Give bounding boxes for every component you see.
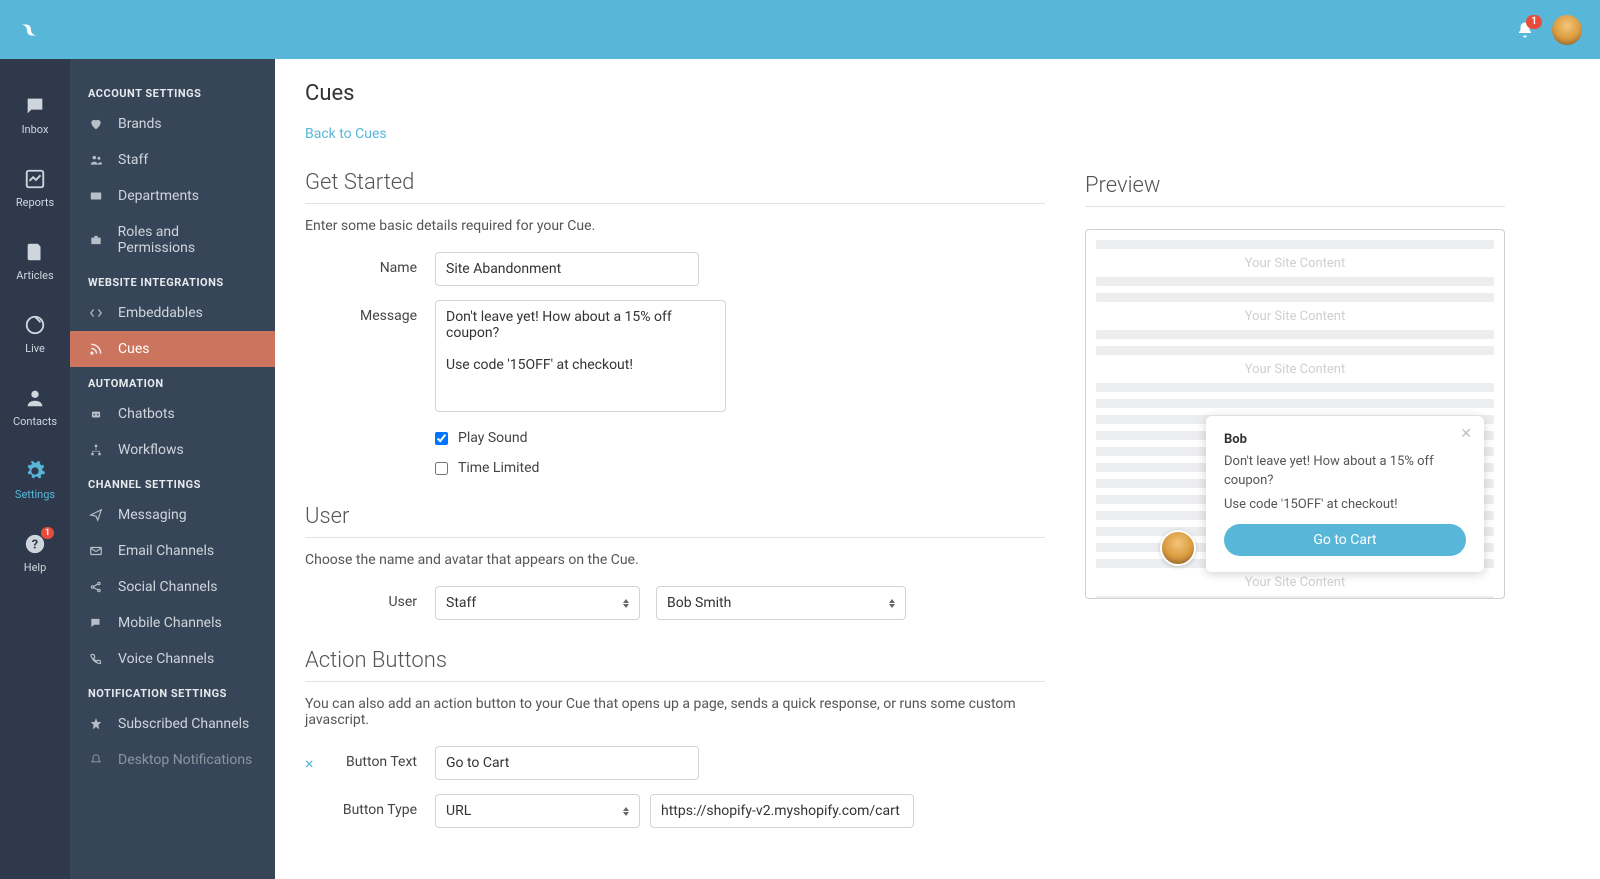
- preview-heading: Preview: [1085, 173, 1505, 207]
- play-sound-label: Play Sound: [458, 430, 528, 446]
- sidebar-heading: WEBSITE INTEGRATIONS: [70, 266, 275, 295]
- share-icon: [88, 580, 104, 594]
- sidebar-heading: CHANNEL SETTINGS: [70, 468, 275, 497]
- sidebar-item-email[interactable]: Email Channels: [70, 533, 275, 569]
- sidebar-item-messaging[interactable]: Messaging: [70, 497, 275, 533]
- cue-preview-card: ✕ Bob Don't leave yet! How about a 15% o…: [1206, 416, 1484, 572]
- nav-inbox[interactable]: Inbox: [0, 79, 70, 152]
- play-sound-checkbox[interactable]: [435, 432, 448, 445]
- target-icon: [24, 314, 46, 336]
- sidebar-item-voice[interactable]: Voice Channels: [70, 641, 275, 677]
- book-icon: [24, 241, 46, 263]
- section-user: User: [305, 504, 1045, 538]
- button-type-label: Button Type: [323, 794, 435, 818]
- message-textarea[interactable]: Don't leave yet! How about a 15% off cou…: [435, 300, 726, 412]
- user-label: User: [305, 586, 435, 610]
- cue-message-line: Don't leave yet! How about a 15% off cou…: [1224, 453, 1466, 489]
- heart-icon: [88, 117, 104, 131]
- sidebar-item-social[interactable]: Social Channels: [70, 569, 275, 605]
- user-staff-select[interactable]: Bob Smith: [656, 586, 906, 620]
- button-text-label: Button Text: [323, 746, 435, 770]
- main-content: Cues Back to Cues Get Started Enter some…: [275, 59, 1600, 879]
- section-desc: Choose the name and avatar that appears …: [305, 552, 1045, 568]
- name-label: Name: [305, 252, 435, 276]
- chart-icon: [24, 168, 46, 190]
- section-desc: Enter some basic details required for yo…: [305, 218, 1045, 234]
- user-avatar[interactable]: [1552, 15, 1582, 45]
- chevron-updown-icon: [623, 807, 629, 816]
- sidebar-item-mobile[interactable]: Mobile Channels: [70, 605, 275, 641]
- sidebar-item-subscribed[interactable]: Subscribed Channels: [70, 706, 275, 742]
- time-limited-checkbox[interactable]: [435, 462, 448, 475]
- sidebar-item-chatbots[interactable]: Chatbots: [70, 396, 275, 432]
- nav-live[interactable]: Live: [0, 298, 70, 371]
- sidebar-item-departments[interactable]: Departments: [70, 178, 275, 214]
- chat-icon: [24, 95, 46, 117]
- sitemap-icon: [88, 443, 104, 457]
- sidebar-item-staff[interactable]: Staff: [70, 142, 275, 178]
- rss-icon: [88, 342, 104, 356]
- bell-outline-icon: [88, 753, 104, 767]
- user-type-select[interactable]: Staff: [435, 586, 640, 620]
- sidebar-heading: NOTIFICATION SETTINGS: [70, 677, 275, 706]
- preview-frame: Your Site Content Your Site Content Your…: [1085, 229, 1505, 599]
- robot-icon: [88, 407, 104, 421]
- sidebar-heading: AUTOMATION: [70, 367, 275, 396]
- id-card-icon: [88, 189, 104, 203]
- sidebar-item-embeddables[interactable]: Embeddables: [70, 295, 275, 331]
- envelope-icon: [88, 544, 104, 558]
- briefcase-icon: [88, 233, 104, 247]
- button-url-input[interactable]: [650, 794, 914, 828]
- nav-reports[interactable]: Reports: [0, 152, 70, 225]
- sidebar-item-brands[interactable]: Brands: [70, 106, 275, 142]
- chevron-updown-icon: [623, 599, 629, 608]
- sidebar-item-workflows[interactable]: Workflows: [70, 432, 275, 468]
- notifications-button[interactable]: 1: [1516, 21, 1534, 39]
- topbar: 1: [0, 0, 1600, 59]
- cue-message-line: Use code '15OFF' at checkout!: [1224, 496, 1466, 514]
- cue-sender-name: Bob: [1224, 432, 1466, 447]
- nav-articles[interactable]: Articles: [0, 225, 70, 298]
- star-icon: [88, 717, 104, 731]
- sidebar-item-cues[interactable]: Cues: [70, 331, 275, 367]
- time-limited-label: Time Limited: [458, 460, 539, 476]
- help-badge: 1: [41, 527, 54, 539]
- sidebar-heading: ACCOUNT SETTINGS: [70, 77, 275, 106]
- section-action-buttons: Action Buttons: [305, 648, 1045, 682]
- nav-contacts[interactable]: Contacts: [0, 371, 70, 444]
- app-logo[interactable]: [18, 19, 40, 41]
- page-title: Cues: [305, 81, 1045, 106]
- chevron-updown-icon: [889, 599, 895, 608]
- person-icon: [24, 387, 46, 409]
- button-type-select[interactable]: URL: [435, 794, 640, 828]
- svg-text:?: ?: [32, 538, 38, 553]
- code-icon: [88, 306, 104, 320]
- section-get-started: Get Started: [305, 170, 1045, 204]
- nav-help[interactable]: ? 1 Help: [0, 517, 70, 590]
- cue-avatar: [1160, 530, 1196, 566]
- users-icon: [88, 153, 104, 167]
- cue-action-button[interactable]: Go to Cart: [1224, 524, 1466, 556]
- sidebar-item-roles[interactable]: Roles and Permissions: [70, 214, 275, 266]
- notification-badge: 1: [1526, 15, 1542, 29]
- back-to-cues-link[interactable]: Back to Cues: [305, 126, 387, 142]
- send-icon: [88, 508, 104, 522]
- message-label: Message: [305, 300, 435, 324]
- section-desc: You can also add an action button to you…: [305, 696, 1045, 728]
- primary-nav: Inbox Reports Articles Live Contacts Set…: [0, 59, 70, 879]
- name-input[interactable]: [435, 252, 699, 286]
- gear-icon: [24, 460, 46, 482]
- button-text-input[interactable]: [435, 746, 699, 780]
- phone-icon: [88, 652, 104, 666]
- remove-action-button[interactable]: ×: [305, 746, 323, 842]
- nav-settings[interactable]: Settings: [0, 444, 70, 517]
- close-icon[interactable]: ✕: [1460, 426, 1472, 442]
- settings-sidebar: ACCOUNT SETTINGS Brands Staff Department…: [70, 59, 275, 879]
- mobile-chat-icon: [88, 616, 104, 630]
- sidebar-item-desktop[interactable]: Desktop Notifications: [70, 742, 275, 778]
